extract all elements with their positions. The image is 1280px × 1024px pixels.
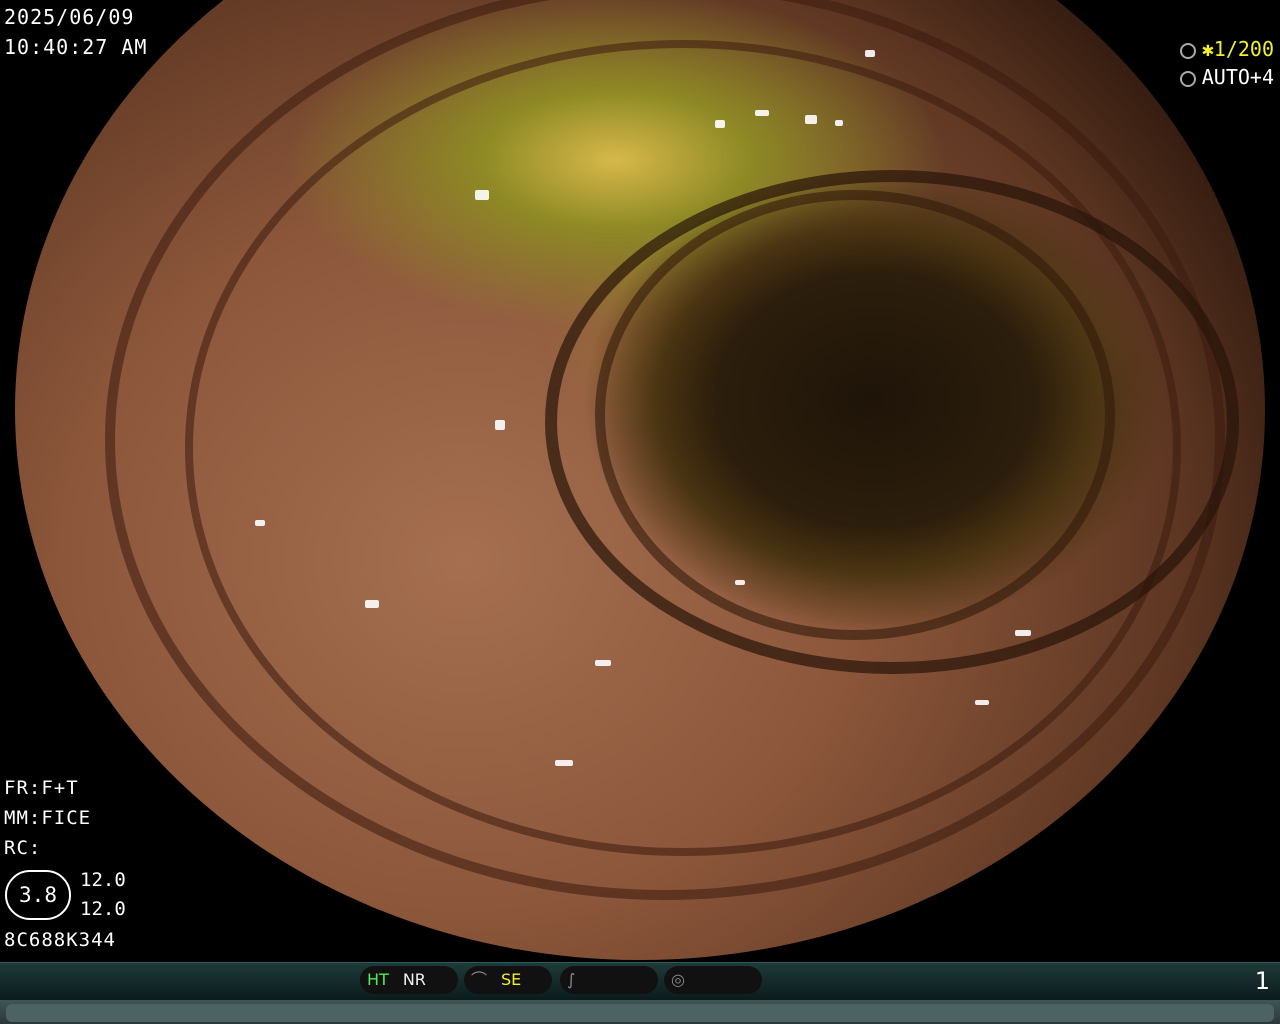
nr-indicator: NR bbox=[402, 970, 426, 989]
endoscope-view bbox=[15, 0, 1265, 960]
endoscopic-image bbox=[15, 0, 1265, 960]
enhancement-value-2: 12.0 bbox=[80, 898, 126, 920]
freeze-mode: FR:F+T bbox=[4, 777, 79, 799]
iris-mode: AUTO+4 bbox=[1201, 65, 1274, 89]
circle-wave-icon: ◎ bbox=[671, 970, 685, 989]
status-pill-ht-nr: HT NR bbox=[360, 966, 458, 994]
iris-indicator: AUTO+4 bbox=[1179, 65, 1274, 89]
scope-serial: 8C688K344 bbox=[4, 929, 116, 951]
recording-status: RC: bbox=[4, 837, 42, 859]
bottom-bar bbox=[0, 1000, 1280, 1024]
enhancement-value-1: 12.0 bbox=[80, 869, 126, 891]
image-mode: MM:FICE bbox=[4, 807, 92, 829]
wave-icon: ⌒ bbox=[471, 970, 488, 989]
ht-indicator: HT bbox=[367, 970, 389, 989]
iris-icon bbox=[1179, 70, 1196, 87]
status-pill-circle: ◎ bbox=[664, 966, 762, 994]
page-number: 1 bbox=[1254, 967, 1270, 995]
shutter-indicator: ✱1/200 bbox=[1179, 37, 1274, 61]
curve-icon: ∫ bbox=[567, 970, 576, 989]
se-indicator: SE bbox=[501, 970, 522, 989]
shutter-speed: ✱1/200 bbox=[1201, 37, 1274, 61]
status-pill-se: ⌒ SE bbox=[464, 966, 552, 994]
structure-enhancement-badge: 3.8 bbox=[5, 870, 71, 920]
time-display: 10:40:27 AM bbox=[4, 35, 148, 59]
status-pill-curve: ∫ bbox=[560, 966, 658, 994]
shutter-icon bbox=[1179, 42, 1196, 59]
date-display: 2025/06/09 bbox=[4, 5, 135, 29]
